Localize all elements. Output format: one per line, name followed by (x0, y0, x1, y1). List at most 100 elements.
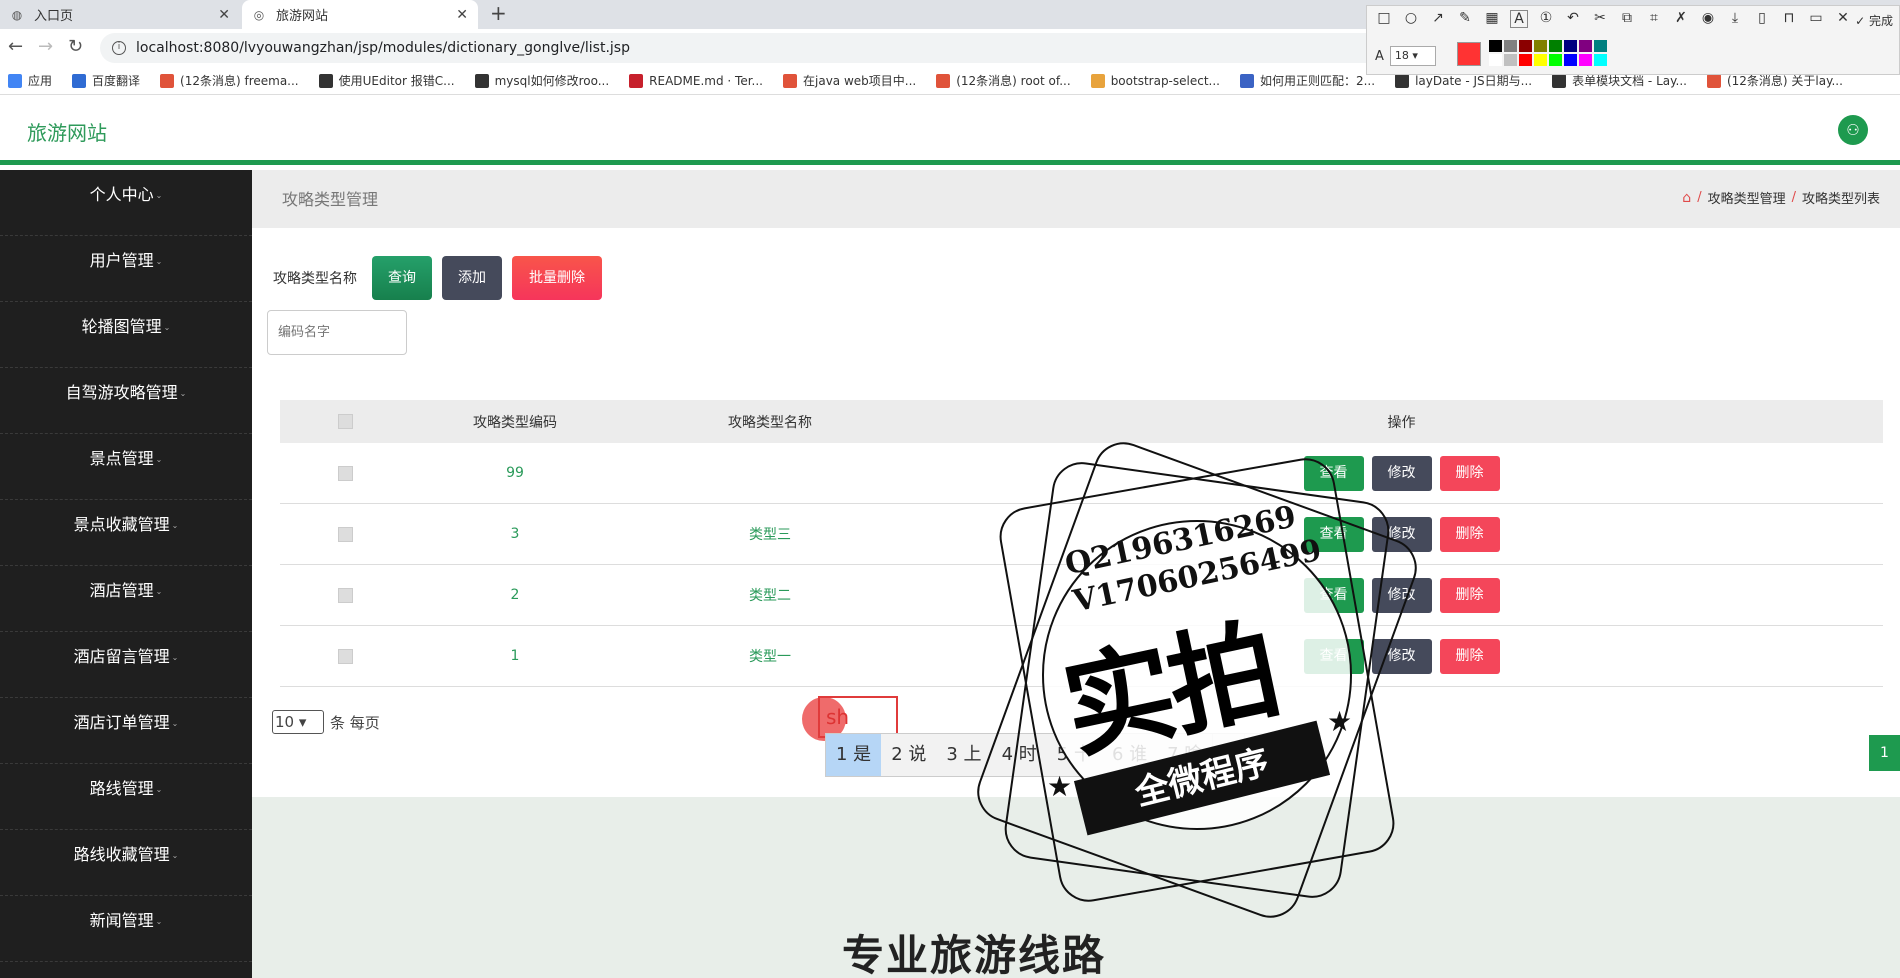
bookmark-item[interactable]: 应用 (8, 72, 52, 89)
view-button[interactable]: 查看 (1303, 516, 1364, 552)
font-size-select[interactable]: 18 ▾ (1389, 46, 1436, 66)
ime-candidate[interactable]: 7 啥 (1157, 734, 1212, 776)
bookmark-item[interactable]: 百度翻译 (72, 72, 140, 89)
palette-swatch[interactable] (1594, 40, 1607, 52)
info-icon[interactable]: i (112, 41, 126, 55)
sidebar-item[interactable]: 酒店管理 ⌄ (0, 566, 252, 632)
sidebar-item[interactable]: 路线管理 ⌄ (0, 764, 252, 830)
crop-icon[interactable]: ⌗ (1645, 10, 1663, 28)
ime-candidate[interactable]: 4 时 (992, 734, 1047, 776)
bookmark-item[interactable]: 在java web项目中... (783, 72, 916, 89)
sidebar-item[interactable]: 轮播图管理 ⌄ (0, 302, 252, 368)
bookmark-item[interactable]: README.md · Ter... (629, 73, 763, 88)
edit-button[interactable]: 修改 (1371, 638, 1432, 674)
sidebar-item[interactable]: 自驾游攻略管理 ⌄ (0, 368, 252, 434)
browser-tab-travel-site[interactable]: ◎ 旅游网站 ✕ (242, 0, 478, 29)
row-checkbox[interactable] (337, 526, 353, 542)
forward-icon[interactable]: → (38, 37, 53, 57)
save-icon[interactable]: ▭ (1807, 10, 1825, 28)
delete-button[interactable]: 删除 (1439, 455, 1500, 491)
tab-close-icon[interactable]: ✕ (456, 7, 468, 23)
bookmark-item[interactable]: bootstrap-select... (1090, 73, 1220, 88)
done-button[interactable]: ✓ 完成 (1855, 12, 1893, 29)
sidebar-item[interactable]: 个人中心 ⌄ (0, 170, 252, 236)
batch-delete-button[interactable]: 批量删除 (512, 256, 602, 300)
palette-swatch[interactable] (1579, 54, 1592, 66)
sidebar-item[interactable]: 景点管理 ⌄ (0, 434, 252, 500)
rectangle-icon[interactable]: □ (1375, 10, 1393, 28)
view-button[interactable]: 查看 (1303, 455, 1364, 491)
edit-button[interactable]: 修改 (1371, 577, 1432, 613)
bookmark-icon[interactable]: ⊓ (1780, 10, 1798, 28)
chevron-right-icon[interactable]: › (1244, 734, 1276, 776)
delete-button[interactable]: 删除 (1439, 638, 1500, 674)
undo-icon[interactable]: ↶ (1564, 10, 1582, 28)
tab-close-icon[interactable]: ✕ (218, 7, 230, 23)
download-icon[interactable]: ⤓ (1726, 10, 1744, 28)
page-size-select[interactable]: 10 ▾ (272, 710, 324, 734)
browser-tab-entry[interactable]: ◍ 入口页 ✕ (0, 0, 240, 29)
bookmark-item[interactable]: mysql如何修改roo... (474, 72, 609, 89)
palette-swatch[interactable] (1564, 54, 1577, 66)
user-avatar-icon[interactable]: ⚇ (1838, 115, 1868, 145)
edit-button[interactable]: 修改 (1371, 516, 1432, 552)
phone-icon[interactable]: ▯ (1753, 10, 1771, 28)
site-brand[interactable]: 旅游网站 (27, 117, 107, 146)
back-icon[interactable]: ← (8, 37, 23, 57)
bookmark-item[interactable]: 如何用正则匹配：2... (1239, 72, 1375, 89)
sidebar-item[interactable]: 酒店订单管理 ⌄ (0, 698, 252, 764)
row-checkbox[interactable] (337, 648, 353, 664)
record-icon[interactable]: ◉ (1699, 10, 1717, 28)
palette-swatch[interactable] (1489, 54, 1502, 66)
palette-swatch[interactable] (1504, 54, 1517, 66)
ime-candidate[interactable]: 1 是 (826, 734, 882, 776)
emoji-icon[interactable]: ☺ (1276, 734, 1320, 776)
pin-icon[interactable]: ✗ (1672, 10, 1690, 28)
close-icon[interactable]: ✕ (1834, 10, 1852, 28)
mosaic-icon[interactable]: ▦ (1483, 10, 1501, 28)
select-all-checkbox[interactable] (337, 414, 353, 429)
view-button[interactable]: 查看 (1303, 577, 1364, 613)
delete-button[interactable]: 删除 (1439, 577, 1500, 613)
query-button[interactable]: 查询 (372, 256, 432, 300)
edit-button[interactable]: 修改 (1371, 455, 1432, 491)
text-tool-icon[interactable]: A (1510, 10, 1528, 28)
palette-swatch[interactable] (1519, 40, 1532, 52)
breadcrumb-item[interactable]: 攻略类型管理 (1708, 188, 1786, 207)
copy-icon[interactable]: ⧉ (1618, 10, 1636, 28)
add-button[interactable]: 添加 (442, 256, 502, 300)
sidebar-item[interactable]: 景点收藏管理 ⌄ (0, 500, 252, 566)
bookmark-item[interactable]: 使用UEditor 报错C... (318, 72, 455, 89)
row-checkbox[interactable] (337, 465, 353, 481)
current-page-button[interactable]: 1 (1869, 735, 1900, 771)
pen-icon[interactable]: ✎ (1456, 10, 1474, 28)
palette-swatch[interactable] (1549, 54, 1562, 66)
ellipse-icon[interactable]: ○ (1402, 10, 1420, 28)
home-icon[interactable]: ⌂ (1682, 190, 1691, 206)
current-color-swatch[interactable] (1457, 42, 1481, 66)
palette-swatch[interactable] (1594, 54, 1607, 66)
palette-swatch[interactable] (1504, 40, 1517, 52)
arrow-icon[interactable]: ↗ (1429, 10, 1447, 28)
sidebar-item[interactable]: 路线收藏管理 ⌄ (0, 830, 252, 896)
sidebar-item[interactable]: 新闻管理 ⌄ (0, 896, 252, 962)
bookmark-item[interactable]: (12条消息) root of... (936, 72, 1071, 89)
palette-swatch[interactable] (1549, 40, 1562, 52)
palette-swatch[interactable] (1489, 40, 1502, 52)
ime-candidate[interactable]: 2 说 (881, 734, 936, 776)
row-checkbox[interactable] (337, 587, 353, 603)
ime-candidate[interactable]: 5 十 (1047, 734, 1102, 776)
reload-icon[interactable]: ↻ (68, 37, 83, 57)
bookmark-item[interactable]: (12条消息) freema... (160, 72, 299, 89)
palette-swatch[interactable] (1534, 54, 1547, 66)
ime-candidate[interactable]: 3 上 (936, 734, 991, 776)
palette-swatch[interactable] (1534, 40, 1547, 52)
palette-swatch[interactable] (1564, 40, 1577, 52)
search-input[interactable] (267, 310, 407, 355)
new-tab-button[interactable]: + (490, 0, 507, 29)
view-button[interactable]: 查看 (1303, 638, 1364, 674)
sidebar-item[interactable]: 酒店留言管理 ⌄ (0, 632, 252, 698)
scissor-icon[interactable]: ✂ (1591, 10, 1609, 28)
sidebar-item[interactable]: 用户管理 ⌄ (0, 236, 252, 302)
delete-button[interactable]: 删除 (1439, 516, 1500, 552)
